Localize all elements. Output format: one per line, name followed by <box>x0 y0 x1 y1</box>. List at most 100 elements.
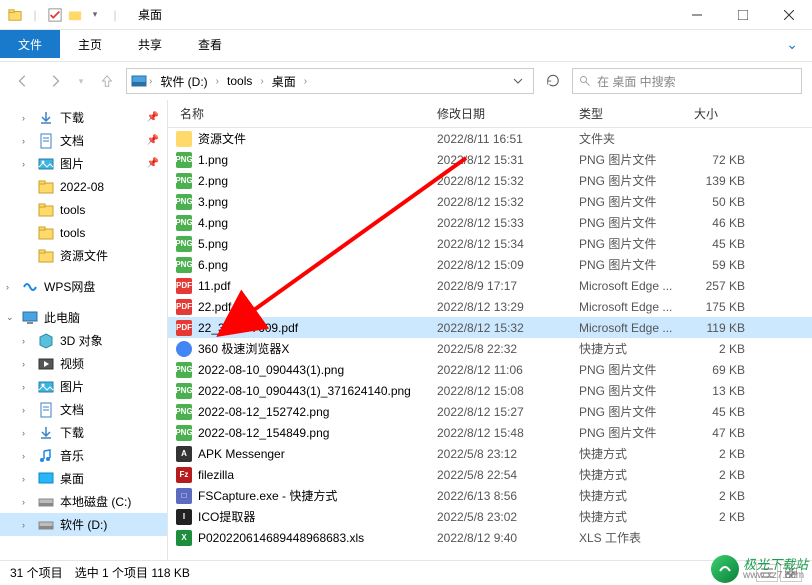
file-row[interactable]: PNG2022-08-12_152742.png2022/8/12 15:27P… <box>168 401 812 422</box>
refresh-button[interactable] <box>540 69 566 93</box>
file-name: 11.pdf <box>198 279 230 293</box>
expand-icon[interactable]: ⌄ <box>6 312 18 323</box>
expand-icon[interactable]: › <box>22 113 34 123</box>
folder-icon <box>38 202 54 218</box>
expand-icon[interactable]: › <box>22 497 34 507</box>
file-row[interactable]: PNG4.png2022/8/12 15:33PNG 图片文件46 KB <box>168 212 812 233</box>
file-row[interactable]: PNG3.png2022/8/12 15:32PNG 图片文件50 KB <box>168 191 812 212</box>
sidebar-item[interactable]: ›3D 对象 <box>0 329 167 352</box>
col-type[interactable]: 类型 <box>567 105 682 122</box>
expand-icon[interactable]: › <box>22 520 34 530</box>
ribbon-tab-view[interactable]: 查看 <box>180 30 240 58</box>
file-row[interactable]: PNG2022-08-12_154849.png2022/8/12 15:48P… <box>168 422 812 443</box>
file-row[interactable]: IICO提取器2022/5/8 23:02快捷方式2 KB <box>168 506 812 527</box>
minimize-button[interactable] <box>674 0 720 30</box>
expand-icon[interactable]: › <box>22 336 34 346</box>
col-size[interactable]: 大小 <box>682 105 757 122</box>
file-type: PNG 图片文件 <box>567 235 682 252</box>
file-row[interactable]: 资源文件2022/8/11 16:51文件夹 <box>168 128 812 149</box>
chevron-right-icon[interactable]: › <box>304 76 307 87</box>
file-row[interactable]: PDF22.pdf2022/8/12 13:29Microsoft Edge .… <box>168 296 812 317</box>
file-row[interactable]: PDF22_373077609.pdf2022/8/12 15:32Micros… <box>168 317 812 338</box>
sidebar-item[interactable]: ›文档 <box>0 398 167 421</box>
forward-button[interactable] <box>42 68 68 94</box>
sidebar-item[interactable]: tools <box>0 198 167 221</box>
expand-icon[interactable]: › <box>22 428 34 438</box>
back-button[interactable] <box>10 68 36 94</box>
expand-icon[interactable]: › <box>22 451 34 461</box>
sidebar-item[interactable]: ⌄此电脑 <box>0 306 167 329</box>
check-icon[interactable] <box>46 6 64 24</box>
recent-dropdown-button[interactable]: ▾ <box>74 68 88 94</box>
file-type: PNG 图片文件 <box>567 172 682 189</box>
qat-dropdown-icon[interactable]: ▾ <box>86 6 104 24</box>
file-row[interactable]: Fzfilezilla2022/5/8 22:54快捷方式2 KB <box>168 464 812 485</box>
breadcrumb-seg-0[interactable]: 软件 (D:) <box>154 73 213 90</box>
sidebar-item[interactable]: tools <box>0 221 167 244</box>
sidebar-item[interactable]: ›文档📌 <box>0 129 167 152</box>
sidebar-item[interactable]: ›音乐 <box>0 444 167 467</box>
divider-icon: | <box>26 6 44 24</box>
ribbon-tab-home[interactable]: 主页 <box>60 30 120 58</box>
file-row[interactable]: AAPK Messenger2022/5/8 23:12快捷方式2 KB <box>168 443 812 464</box>
close-button[interactable] <box>766 0 812 30</box>
up-button[interactable] <box>94 68 120 94</box>
watermark-url: www.xz7.com <box>743 571 808 581</box>
expand-icon[interactable]: › <box>22 159 34 169</box>
expand-icon[interactable]: › <box>22 136 34 146</box>
file-row[interactable]: PDF11.pdf2022/8/9 17:17Microsoft Edge ..… <box>168 275 812 296</box>
file-row[interactable]: PNG2.png2022/8/12 15:32PNG 图片文件139 KB <box>168 170 812 191</box>
file-row[interactable]: PNG6.png2022/8/12 15:09PNG 图片文件59 KB <box>168 254 812 275</box>
file-size: 2 KB <box>682 342 757 356</box>
ribbon-tab-share[interactable]: 共享 <box>120 30 180 58</box>
file-row[interactable]: PNG2022-08-10_090443(1)_371624140.png202… <box>168 380 812 401</box>
col-date[interactable]: 修改日期 <box>425 105 567 122</box>
sidebar-item-label: 图片 <box>60 378 84 395</box>
pc-icon <box>22 310 38 326</box>
drive-icon <box>131 73 147 89</box>
sidebar-item[interactable]: ›视频 <box>0 352 167 375</box>
ribbon-tab-file[interactable]: 文件 <box>0 30 60 58</box>
file-type: XLS 工作表 <box>567 529 682 546</box>
expand-icon[interactable]: › <box>22 405 34 415</box>
chevron-right-icon[interactable]: › <box>149 76 152 87</box>
breadcrumb-seg-1[interactable]: tools <box>221 74 258 88</box>
file-row[interactable]: 360 极速浏览器X2022/5/8 22:32快捷方式2 KB <box>168 338 812 359</box>
expand-icon[interactable]: › <box>22 474 34 484</box>
maximize-button[interactable] <box>720 0 766 30</box>
chevron-right-icon[interactable]: › <box>216 76 219 87</box>
file-type: Microsoft Edge ... <box>567 300 682 314</box>
sidebar-item[interactable]: 2022-08 <box>0 175 167 198</box>
sidebar-item[interactable]: 资源文件 <box>0 244 167 267</box>
file-row[interactable]: □FSCapture.exe - 快捷方式2022/6/13 8:56快捷方式2… <box>168 485 812 506</box>
file-size: 45 KB <box>682 405 757 419</box>
breadcrumb-dropdown-button[interactable] <box>507 69 529 93</box>
sidebar-item-label: 本地磁盘 (C:) <box>60 493 131 510</box>
help-icon[interactable]: ⌄ <box>786 36 812 53</box>
sidebar-item-label: tools <box>60 226 85 240</box>
breadcrumb[interactable]: › 软件 (D:) › tools › 桌面 › <box>126 68 534 94</box>
expand-icon[interactable]: › <box>6 282 18 292</box>
breadcrumb-seg-2[interactable]: 桌面 <box>266 73 302 90</box>
sidebar-item[interactable]: ›WPS网盘 <box>0 275 167 298</box>
expand-icon[interactable]: › <box>22 359 34 369</box>
sidebar-item[interactable]: ›软件 (D:) <box>0 513 167 536</box>
sidebar-item-label: 下载 <box>60 424 84 441</box>
file-area: 名称 修改日期 类型 大小 资源文件2022/8/11 16:51文件夹PNG1… <box>168 100 812 560</box>
chevron-right-icon[interactable]: › <box>260 76 263 87</box>
file-row[interactable]: PNG2022-08-10_090443(1).png2022/8/12 11:… <box>168 359 812 380</box>
sidebar-item[interactable]: ›图片📌 <box>0 152 167 175</box>
file-row[interactable]: XP020220614689448968683.xls2022/8/12 9:4… <box>168 527 812 548</box>
sidebar-item[interactable]: › 本地磁盘 (C:) <box>0 490 167 513</box>
file-row[interactable]: PNG5.png2022/8/12 15:34PNG 图片文件45 KB <box>168 233 812 254</box>
apk-icon: A <box>176 446 192 462</box>
file-row[interactable]: PNG1.png2022/8/12 15:31PNG 图片文件72 KB <box>168 149 812 170</box>
search-input[interactable]: 在 桌面 中搜索 <box>572 68 802 94</box>
sidebar-item[interactable]: › 下载 <box>0 421 167 444</box>
sidebar-item[interactable]: ›下载📌 <box>0 106 167 129</box>
sidebar-item[interactable]: › 图片 <box>0 375 167 398</box>
file-list[interactable]: 资源文件2022/8/11 16:51文件夹PNG1.png2022/8/12 … <box>168 128 812 560</box>
col-name[interactable]: 名称 <box>168 105 425 122</box>
expand-icon[interactable]: › <box>22 382 34 392</box>
sidebar-item[interactable]: ›桌面 <box>0 467 167 490</box>
